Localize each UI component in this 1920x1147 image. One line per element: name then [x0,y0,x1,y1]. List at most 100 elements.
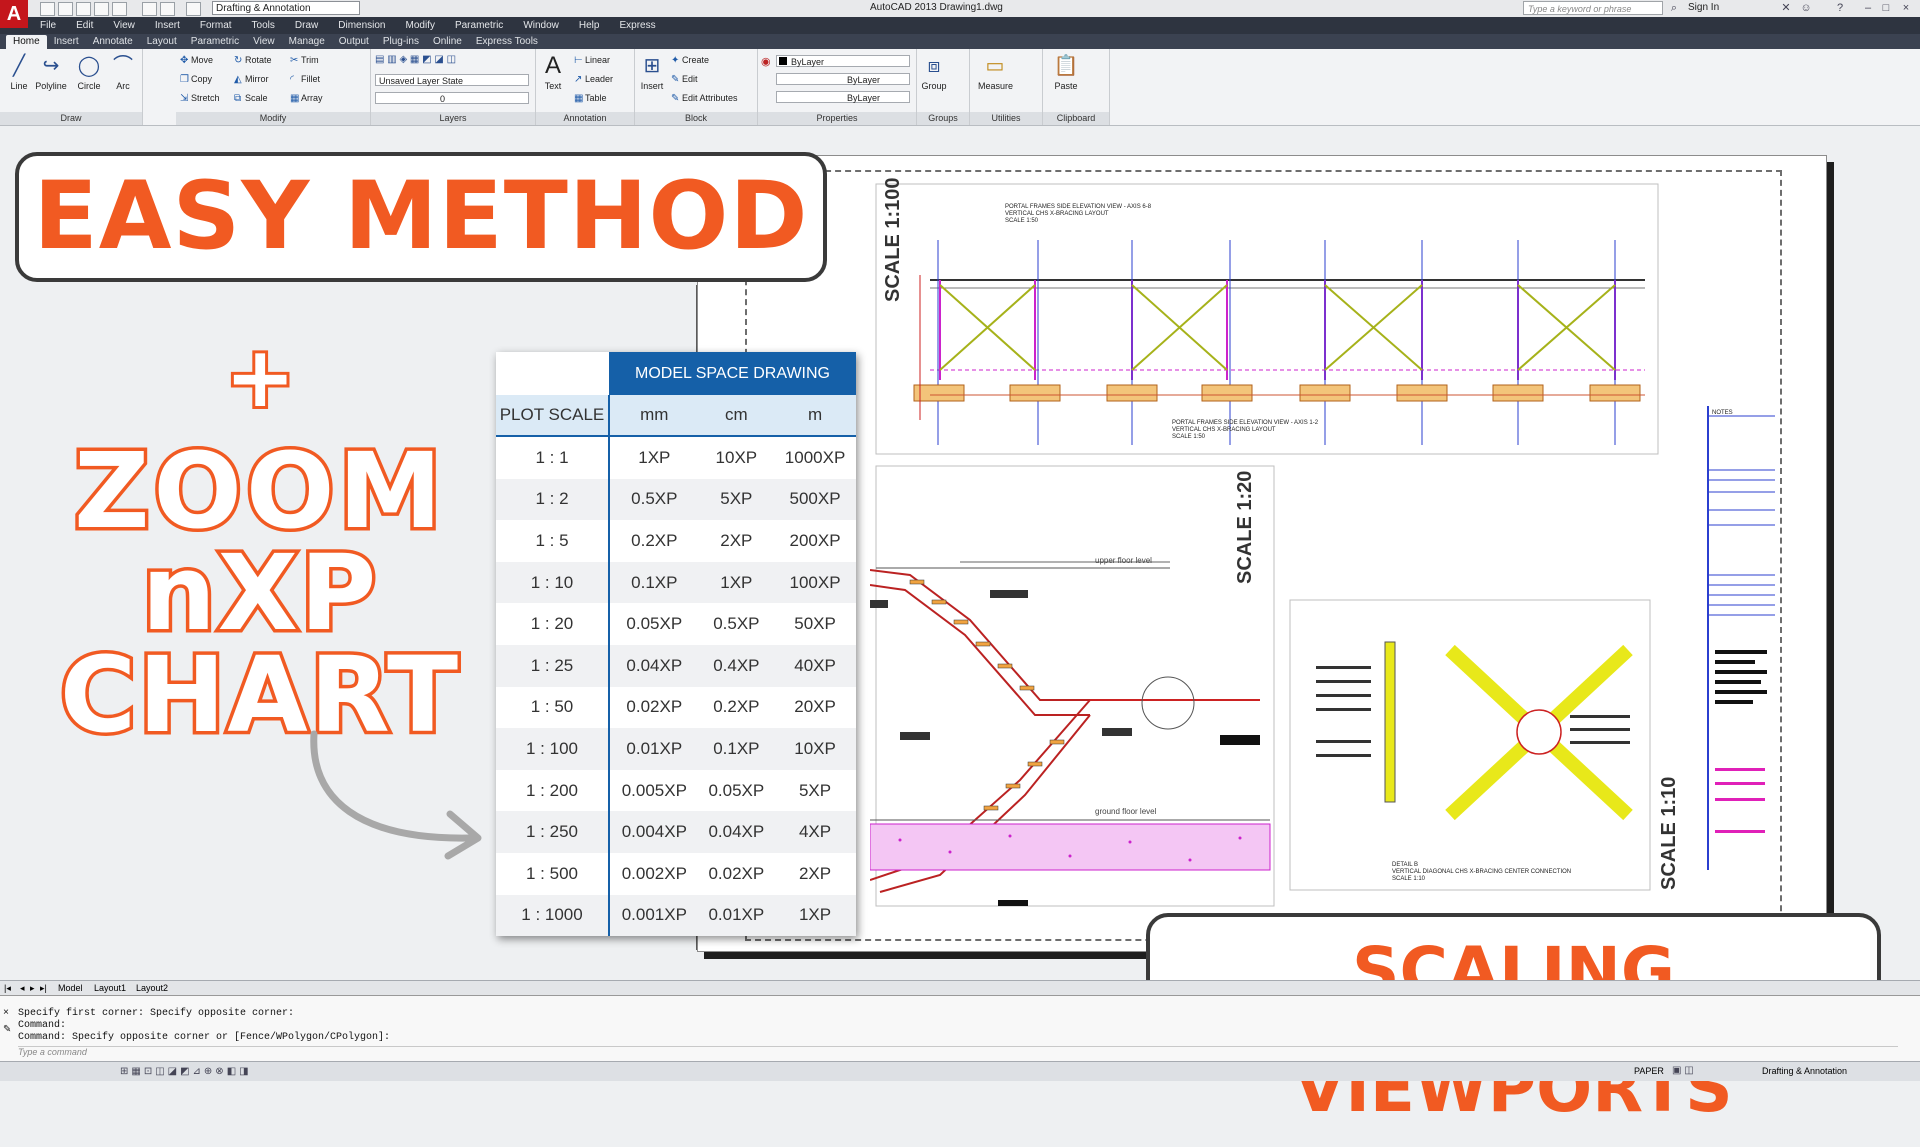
maximize-icon[interactable]: □ [1880,2,1892,14]
last-tab-arrow-icon[interactable]: ▸| [40,983,47,994]
prev-tab-arrow-icon[interactable]: ◂ [20,983,25,994]
annotation-panel-title[interactable]: Annotation [536,112,634,125]
stretch-button[interactable]: ⇲ Stretch [180,93,220,104]
stay-connected-icon[interactable]: ☺ [1800,2,1812,14]
menu-help[interactable]: Help [579,20,600,31]
move-button[interactable]: ✥ Move [180,55,213,66]
customize-command-icon[interactable]: ✎ [3,1024,11,1036]
edit-block-button[interactable]: ✎ Edit [671,74,698,85]
menu-file[interactable]: File [40,20,56,31]
leader-button[interactable]: ↗ Leader [574,74,613,85]
drawing-viewports[interactable] [870,180,1790,940]
exchange-icon[interactable]: ✕ [1780,2,1792,14]
line-button[interactable]: ╱ Line [2,53,36,91]
menu-dimension[interactable]: Dimension [338,20,385,31]
search-input[interactable]: Type a keyword or phrase [1523,1,1663,15]
save-as-icon[interactable] [94,2,109,16]
viewport-frame-detail[interactable] [1289,599,1651,891]
binoculars-icon[interactable]: ⌕ [1668,2,1680,14]
tab-output[interactable]: Output [332,35,376,49]
clipboard-panel-title[interactable]: Clipboard [1043,112,1109,125]
tab-model[interactable]: Model [58,983,83,993]
linetype-select[interactable]: ByLayer [776,73,910,85]
draw-panel-title[interactable]: Draw [0,112,142,125]
tab-manage[interactable]: Manage [282,35,332,49]
paste-button[interactable]: 📋 Paste [1049,53,1083,91]
trim-button[interactable]: ✂ Trim [290,55,319,66]
properties-panel-title[interactable]: Properties [758,112,916,125]
modify-panel-title[interactable]: Modify [176,112,370,125]
tab-parametric[interactable]: Parametric [184,35,246,49]
color-select[interactable]: ByLayer [776,55,910,67]
close-command-icon[interactable]: × [3,1008,9,1019]
menu-parametric[interactable]: Parametric [455,20,503,31]
tab-layout[interactable]: Layout [140,35,184,49]
tab-annotate[interactable]: Annotate [86,35,140,49]
next-tab-arrow-icon[interactable]: ▸ [30,983,35,994]
layer-tool-icons[interactable]: ▤ ▥ ◈ ▦ ◩ ◪ ◫ [375,54,525,66]
print-icon[interactable] [142,2,157,16]
circle-button[interactable]: ◯ Circle [72,53,106,91]
workspace-select[interactable]: Drafting & Annotation [212,1,360,15]
match-properties-icon[interactable]: ◉ [761,55,771,68]
menu-insert[interactable]: Insert [155,20,180,31]
viewport-frame-top[interactable] [875,183,1659,455]
menu-express[interactable]: Express [619,20,655,31]
sign-in-button[interactable]: Sign In [1688,2,1719,13]
arc-button[interactable]: ⌒ Arc [106,53,140,91]
save-icon[interactable] [76,2,91,16]
menu-format[interactable]: Format [200,20,232,31]
menu-edit[interactable]: Edit [76,20,93,31]
layer-state-select[interactable]: Unsaved Layer State [375,74,529,86]
tab-home[interactable]: Home [6,35,47,49]
first-tab-arrow-icon[interactable]: |◂ [4,983,11,994]
group-button[interactable]: ⧈ Group [917,53,951,91]
tab-insert[interactable]: Insert [47,35,86,49]
close-icon[interactable]: × [1900,2,1912,14]
edit-attributes-button[interactable]: ✎ Edit Attributes [671,93,738,104]
scale-button[interactable]: ⧉ Scale [234,93,268,104]
command-input[interactable]: Type a command [18,1046,1898,1060]
tab-online[interactable]: Online [426,35,469,49]
measure-button[interactable]: ▭ Measure [978,53,1013,91]
paper-space-toggle[interactable]: PAPER [1634,1066,1664,1076]
tab-view[interactable]: View [246,35,282,49]
workspace-switch[interactable]: Drafting & Annotation [1762,1066,1847,1076]
create-block-button[interactable]: ✦ Create [671,55,709,66]
insert-button[interactable]: ⊞ Insert [635,53,669,91]
redo-icon[interactable] [186,2,201,16]
menu-view[interactable]: View [113,20,135,31]
rotate-button[interactable]: ↻ Rotate [234,55,272,66]
polyline-button[interactable]: ↪ Polyline [34,53,68,91]
utilities-panel-title[interactable]: Utilities [970,112,1042,125]
fillet-button[interactable]: ◜ Fillet [290,74,320,85]
mirror-button[interactable]: ◭ Mirror [234,74,269,85]
open-icon[interactable] [58,2,73,16]
table-button[interactable]: ▦ Table [574,93,607,104]
new-icon[interactable] [40,2,55,16]
menu-tools[interactable]: Tools [252,20,275,31]
viewport-tools-icon[interactable]: ▣ ◫ [1672,1065,1694,1076]
help-icon[interactable]: ? [1834,2,1846,14]
lineweight-select[interactable]: ByLayer [776,91,910,103]
menu-draw[interactable]: Draw [295,20,318,31]
tab-plug-ins[interactable]: Plug-ins [376,35,426,49]
tab-express-tools[interactable]: Express Tools [469,35,545,49]
application-menu-button[interactable]: A [0,0,28,28]
menu-window[interactable]: Window [523,20,559,31]
layer-select[interactable]: 0 [375,92,529,104]
block-panel-title[interactable]: Block [635,112,757,125]
array-button[interactable]: ▦ Array [290,93,323,104]
minimize-icon[interactable]: – [1862,2,1874,14]
drafting-toggle-icons[interactable]: ⊞▦⊡◫◪◩⊿⊕⊗◧◨ [120,1066,380,1077]
copy-button[interactable]: ❐ Copy [180,74,212,85]
tab-layout2[interactable]: Layout2 [136,983,168,993]
plot-icon[interactable] [112,2,127,16]
text-button[interactable]: A Text [536,53,570,92]
tab-layout1[interactable]: Layout1 [94,983,126,993]
undo-icon[interactable] [160,2,175,16]
linear-button[interactable]: ⊢ Linear [574,55,610,66]
groups-panel-title[interactable]: Groups [917,112,969,125]
menu-modify[interactable]: Modify [406,20,435,31]
layers-panel-title[interactable]: Layers [371,112,535,125]
